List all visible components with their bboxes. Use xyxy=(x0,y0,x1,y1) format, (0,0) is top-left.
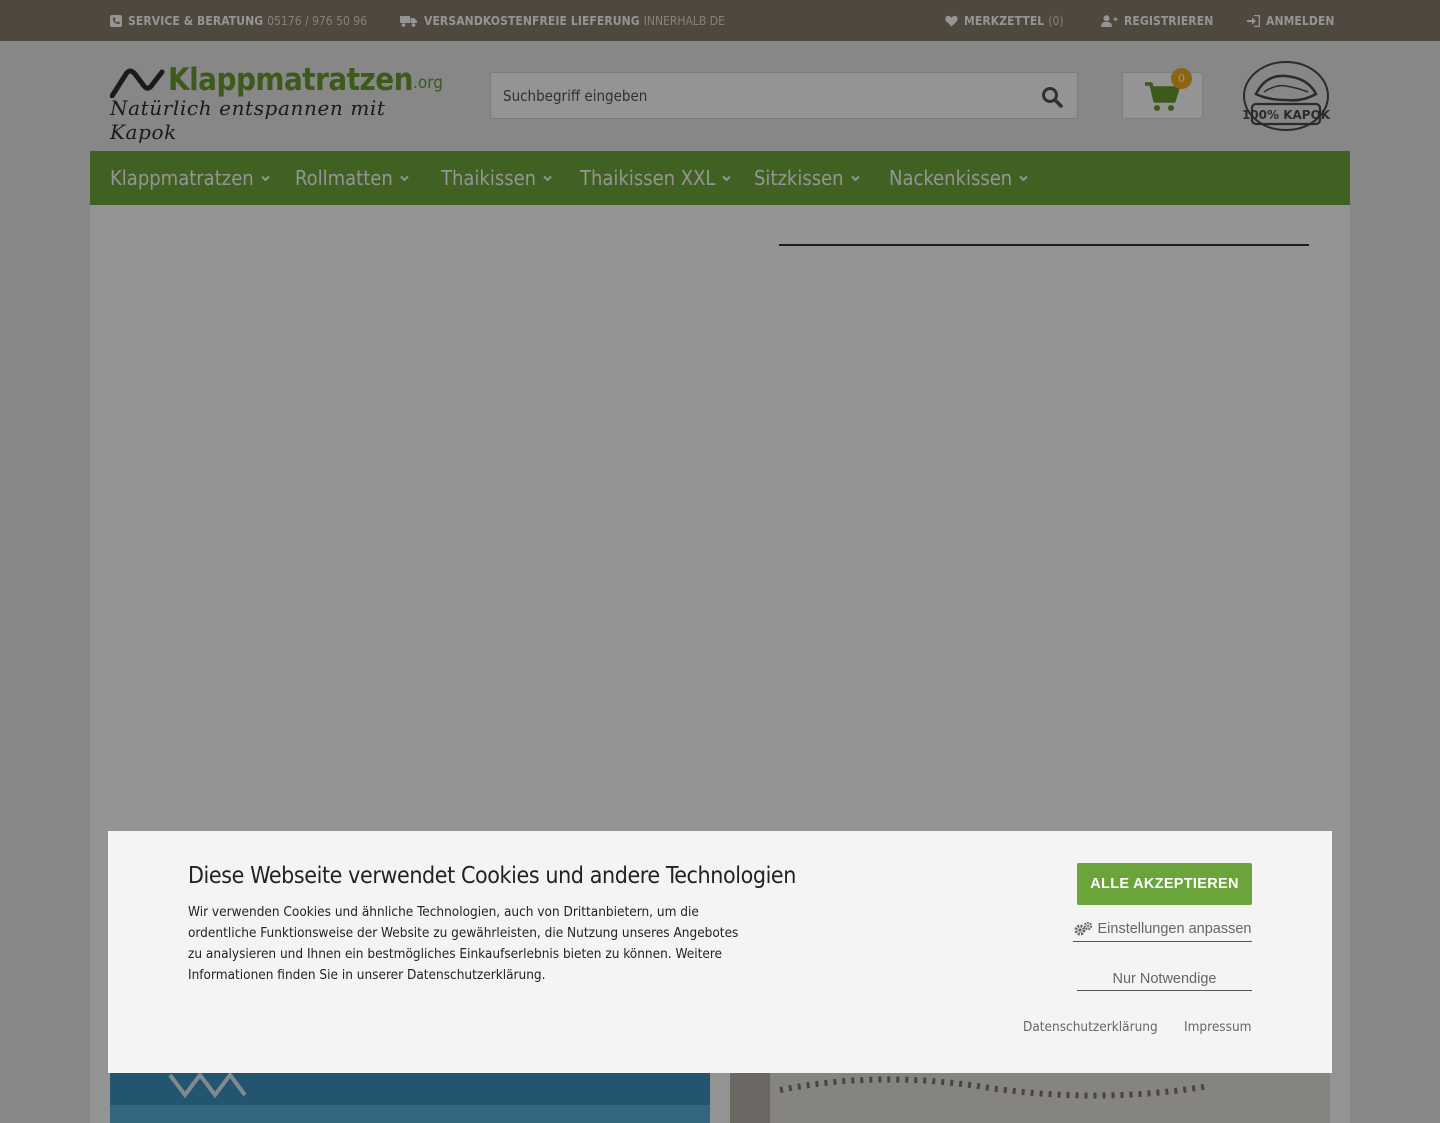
gears-icon xyxy=(1074,922,1092,936)
cookie-consent-dialog: Diese Webseite verwendet Cookies und and… xyxy=(108,831,1332,1073)
customize-settings-button[interactable]: Einstellungen anpassen xyxy=(1073,917,1252,942)
privacy-policy-link[interactable]: Datenschutzerklärung xyxy=(1023,1019,1158,1035)
imprint-link[interactable]: Impressum xyxy=(1184,1019,1251,1035)
cookie-description: Wir verwenden Cookies und ähnliche Techn… xyxy=(188,904,739,983)
necessary-only-button[interactable]: Nur Notwendige xyxy=(1077,967,1252,991)
customize-settings-label: Einstellungen anpassen xyxy=(1097,921,1252,937)
accept-all-button[interactable]: ALLE AKZEPTIEREN xyxy=(1077,863,1252,905)
cookie-title: Diese Webseite verwendet Cookies und and… xyxy=(188,863,796,889)
